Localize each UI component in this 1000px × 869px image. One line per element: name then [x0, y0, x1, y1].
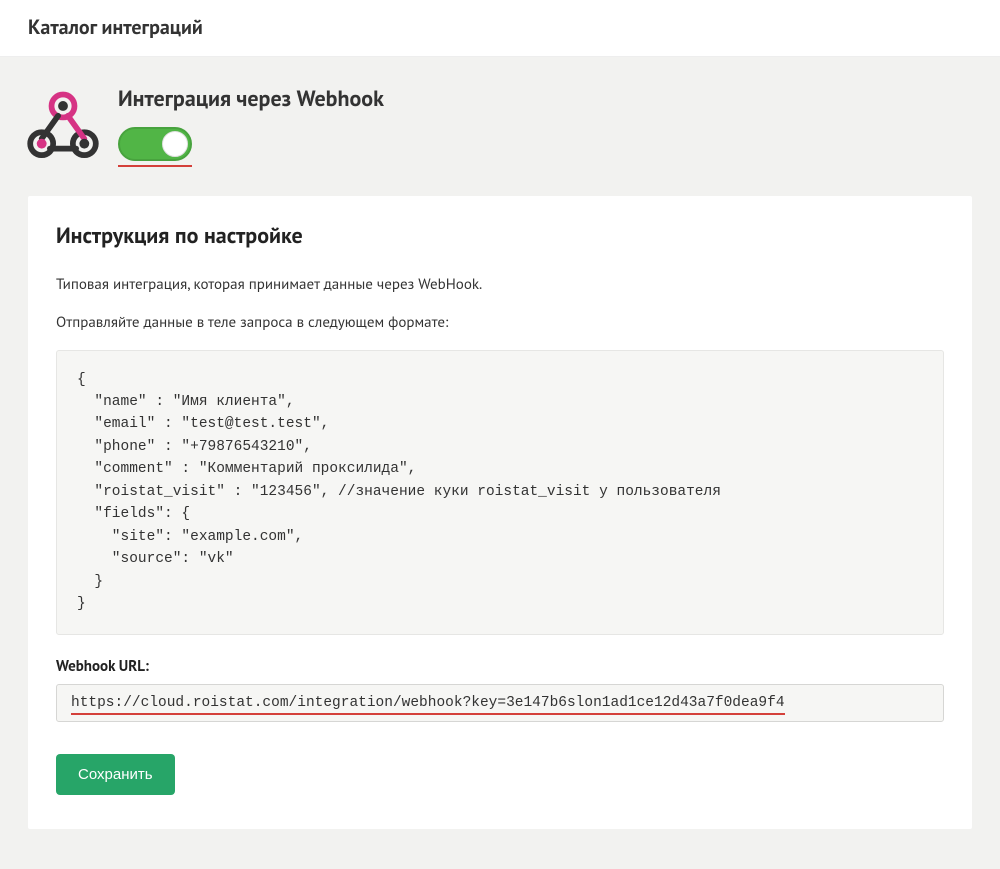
payload-example: { "name" : "Имя клиента", "email" : "tes… — [56, 350, 944, 635]
webhook-url-value: https://cloud.roistat.com/integration/we… — [71, 695, 785, 715]
page-title: Каталог интеграций — [28, 14, 972, 40]
webhook-url-field[interactable]: https://cloud.roistat.com/integration/we… — [56, 684, 944, 722]
topbar: Каталог интеграций — [0, 0, 1000, 57]
webhook-logo — [22, 83, 104, 165]
integration-header-text: Интеграция через Webhook — [104, 83, 384, 172]
toggle-knob — [162, 131, 188, 157]
enable-toggle[interactable] — [118, 127, 192, 161]
integration-header: Интеграция через Webhook — [0, 83, 1000, 196]
integration-title: Интеграция через Webhook — [118, 85, 384, 113]
description-1: Типовая интеграция, которая принимает да… — [56, 274, 944, 296]
description-2: Отправляйте данные в теле запроса в след… — [56, 312, 944, 334]
save-button[interactable]: Сохранить — [56, 754, 175, 795]
webhook-url-label: Webhook URL: — [56, 657, 944, 676]
webhook-icon — [22, 83, 104, 165]
toggle-underline — [118, 127, 192, 167]
page-body: Интеграция через Webhook Инструкция по н… — [0, 57, 1000, 869]
settings-card: Инструкция по настройке Типовая интеграц… — [28, 196, 972, 829]
card-heading: Инструкция по настройке — [56, 222, 944, 250]
